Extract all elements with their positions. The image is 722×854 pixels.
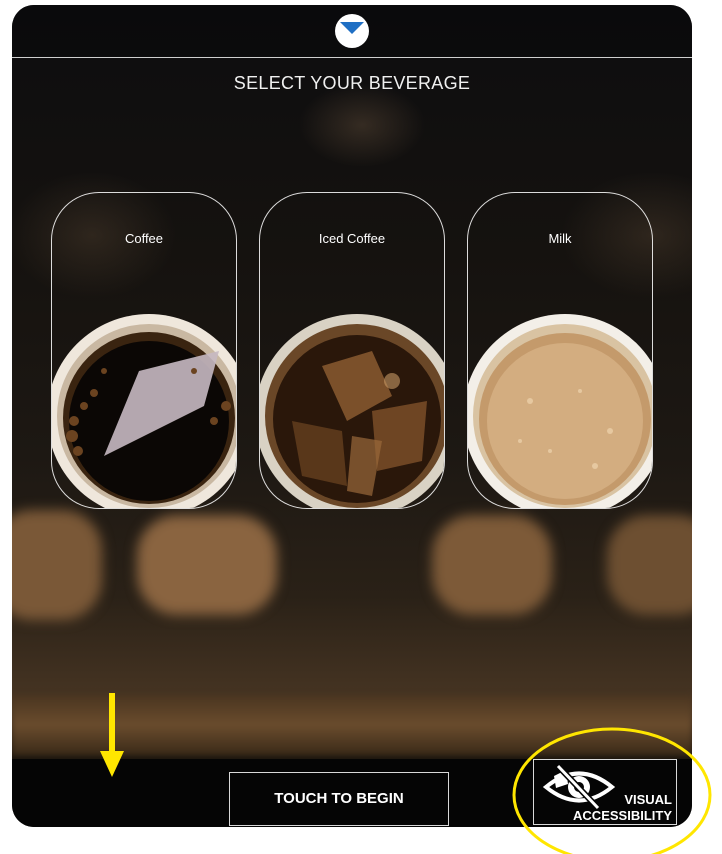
- highlight-circle-annotation: [512, 727, 712, 854]
- background-blur: [12, 510, 102, 620]
- coffee-cup-image: [52, 314, 236, 508]
- down-arrow-annotation-icon: [100, 693, 124, 777]
- background-blur: [607, 515, 692, 615]
- beverage-card-coffee[interactable]: Coffee: [51, 192, 237, 509]
- background-blur: [432, 515, 552, 615]
- iced-coffee-cup-image: [260, 314, 444, 508]
- beverage-card-milk[interactable]: Milk: [467, 192, 653, 509]
- brand-logo-icon: [335, 14, 369, 48]
- beverage-card-iced-coffee[interactable]: Iced Coffee: [259, 192, 445, 509]
- page-title: SELECT YOUR BEVERAGE: [233, 73, 471, 93]
- touch-to-begin-button[interactable]: TOUCH TO BEGIN: [229, 772, 449, 826]
- header-bar: [12, 5, 692, 58]
- beverage-label: Milk: [548, 231, 572, 246]
- beverage-label: Iced Coffee: [318, 231, 386, 246]
- milk-cup-image: [468, 314, 652, 508]
- beverage-label: Coffee: [124, 231, 164, 246]
- background-blur: [137, 515, 277, 615]
